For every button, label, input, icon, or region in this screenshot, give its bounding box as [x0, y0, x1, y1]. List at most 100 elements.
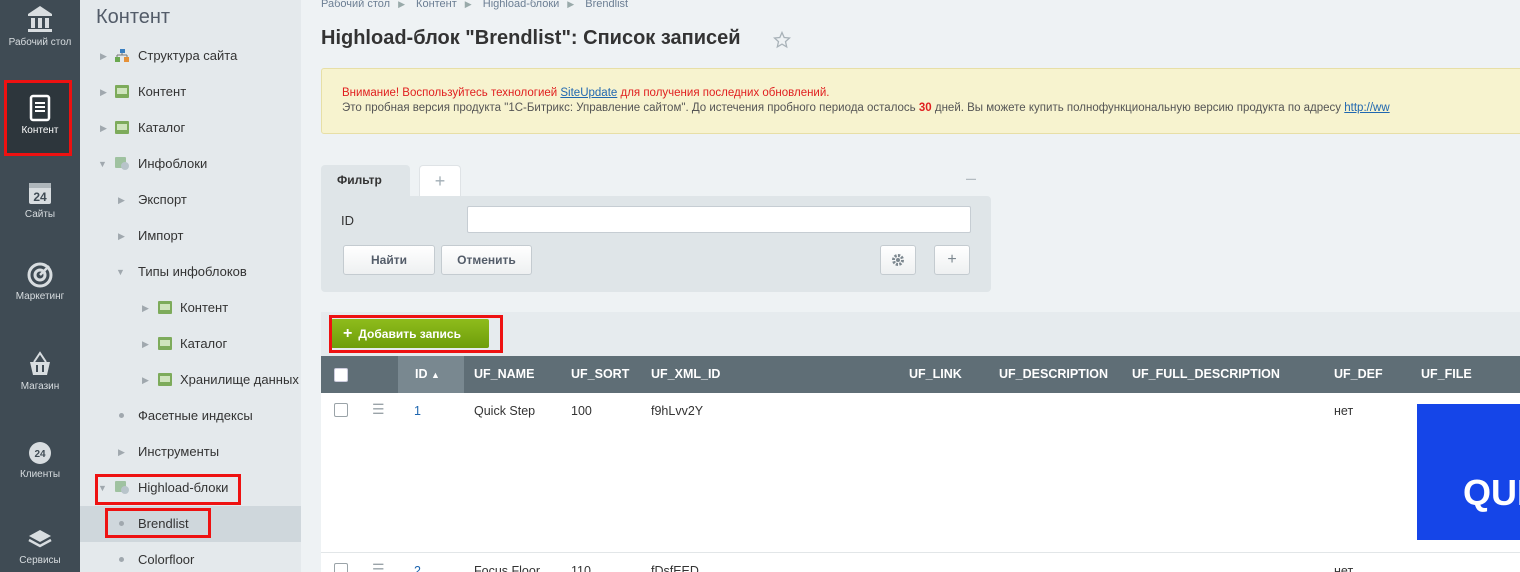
calendar-24-icon: 24 [29, 183, 51, 204]
column-uf-xml-id[interactable]: UF_XML_ID [651, 356, 720, 393]
site-structure-icon [115, 49, 129, 62]
buy-link[interactable]: http://ww [1344, 102, 1389, 114]
table-row[interactable]: ☰ 1 Quick Step 100 f9hLvv2Y нет QUI [321, 393, 1520, 553]
chevron-down-icon: ▼ [98, 159, 107, 169]
chevron-right-icon: ▶ [100, 87, 107, 97]
file-thumbnail[interactable]: QUI [1417, 404, 1520, 540]
tree-item-colorfloor[interactable]: Colorfloor [80, 542, 301, 572]
svg-text:24: 24 [33, 190, 47, 204]
nav-clients-label: Клиенты [19, 469, 61, 480]
chevron-right-icon: ▶ [464, 0, 472, 9]
nav-desktop-label: Рабочий стол [8, 37, 72, 48]
cell-def: нет [1334, 564, 1354, 572]
column-uf-description[interactable]: UF_DESCRIPTION [999, 356, 1108, 393]
tree-item-iblock-types[interactable]: ▼ Типы инфоблоков [80, 254, 301, 290]
tree-item-label: Colorfloor [138, 552, 195, 567]
cell-sort: 110 [571, 564, 591, 572]
cell-name: Focus Floor [474, 564, 540, 572]
tree-item-import[interactable]: ▶ Импорт [80, 218, 301, 254]
find-button[interactable]: Найти [343, 245, 435, 275]
column-uf-def[interactable]: UF_DEF [1334, 356, 1383, 393]
bullet-icon [119, 413, 124, 418]
chevron-right-icon: ▶ [118, 195, 125, 205]
row-checkbox[interactable] [334, 563, 348, 572]
tree-item-site-structure[interactable]: ▶ Структура сайта [80, 38, 301, 74]
tree-item-label: Типы инфоблоков [138, 264, 247, 279]
tree-item-infoblocks[interactable]: ▼ Инфоблоки [80, 146, 301, 182]
page-title: Highload-блок "Brendlist": Список записе… [321, 27, 741, 49]
add-record-highlight [329, 315, 503, 353]
breadcrumb-item[interactable]: Рабочий стол [321, 0, 390, 10]
add-field-button[interactable]: + [934, 245, 970, 275]
row-checkbox[interactable] [334, 403, 348, 417]
nav-sites[interactable]: 24 Сайты [0, 180, 80, 220]
nav-sites-label: Сайты [24, 209, 56, 220]
notice-line-2: Это пробная версия продукта "1С-Битрикс:… [342, 101, 1520, 116]
row-menu-icon[interactable]: ☰ [372, 401, 385, 418]
tree-item-content[interactable]: ▶ Контент [80, 74, 301, 110]
chevron-right-icon: ▶ [398, 0, 405, 9]
cancel-button[interactable]: Отменить [441, 245, 532, 275]
nav-services-label: Сервисы [19, 555, 61, 566]
breadcrumb-item[interactable]: Highload-блоки [483, 0, 560, 10]
cell-xml-id: f9hLvv2Y [651, 404, 704, 418]
cell-name: Quick Step [474, 404, 536, 418]
tree-item-label: Инфоблоки [138, 156, 208, 171]
notice-line-1: Внимание! Воспользуйтесь технологией Sit… [342, 86, 1520, 101]
tree-item-catalog[interactable]: ▶ Каталог [80, 110, 301, 146]
filter-id-label: ID [341, 213, 354, 228]
folder-icon [158, 301, 172, 314]
tree-item-label: Контент [138, 84, 187, 99]
siteupdate-link[interactable]: SiteUpdate [560, 87, 617, 99]
brendlist-highlight [105, 508, 211, 538]
chevron-right-icon: ▶ [142, 375, 149, 385]
tree-item-label: Импорт [138, 228, 184, 243]
nav-content[interactable]: Контент [0, 94, 80, 136]
tree-item-label: Хранилище данных [180, 372, 299, 387]
tree-item-tools[interactable]: ▶ Инструменты [80, 434, 301, 470]
column-id[interactable]: ID ▲ [398, 356, 464, 393]
row-menu-icon[interactable]: ☰ [372, 561, 385, 572]
breadcrumb-item[interactable]: Контент [416, 0, 457, 10]
nav-clients[interactable]: 24 Клиенты [0, 440, 80, 480]
tree-item-type-content[interactable]: ▶ Контент [80, 290, 301, 326]
filter-tab[interactable]: Фильтр [321, 165, 410, 198]
chevron-right-icon: ▶ [142, 339, 149, 349]
filter-panel: ID Найти Отменить + [321, 196, 991, 292]
trial-notice: Внимание! Воспользуйтесь технологией Sit… [321, 68, 1520, 134]
tree-item-label: Каталог [138, 120, 186, 135]
svg-text:24: 24 [34, 449, 46, 460]
settings-button[interactable] [880, 245, 916, 275]
table-row[interactable]: ☰ 2 Focus Floor 110 fDsfEED нет [321, 553, 1520, 572]
column-label: ID [415, 367, 428, 381]
nav-shop[interactable]: Магазин [0, 350, 80, 392]
bullet-icon [119, 557, 124, 562]
chevron-right-icon: ▶ [118, 447, 125, 457]
left-icon-bar: Рабочий стол Контент 24 Сайты Маркетинг … [0, 0, 80, 572]
add-filter-tab-button[interactable]: + [419, 165, 461, 197]
select-all-checkbox[interactable] [334, 368, 348, 382]
cell-id[interactable]: 2 [414, 564, 421, 572]
minimize-icon[interactable]: – [966, 169, 980, 187]
tree-item-label: Каталог [180, 336, 228, 351]
tree-item-export[interactable]: ▶ Экспорт [80, 182, 301, 218]
sort-asc-icon: ▲ [430, 370, 440, 380]
column-uf-link[interactable]: UF_LINK [909, 356, 962, 393]
tree-item-facet-indexes[interactable]: Фасетные индексы [80, 398, 301, 434]
breadcrumb-item[interactable]: Brendlist [585, 0, 628, 10]
folder-icon [158, 373, 172, 386]
column-uf-name[interactable]: UF_NAME [474, 356, 534, 393]
filter-id-input[interactable] [467, 206, 971, 233]
tree-item-type-storage[interactable]: ▶ Хранилище данных [80, 362, 301, 398]
nav-marketing[interactable]: Маркетинг [0, 262, 80, 302]
column-uf-sort[interactable]: UF_SORT [571, 356, 629, 393]
column-uf-file[interactable]: UF_FILE [1421, 356, 1472, 393]
nav-desktop[interactable]: Рабочий стол [0, 4, 80, 48]
column-uf-full-description[interactable]: UF_FULL_DESCRIPTION [1132, 356, 1280, 393]
star-icon[interactable] [773, 31, 791, 49]
cell-def: нет [1334, 404, 1354, 418]
tree-item-type-catalog[interactable]: ▶ Каталог [80, 326, 301, 362]
cell-id[interactable]: 1 [414, 404, 421, 418]
tree-item-label: Экспорт [138, 192, 187, 207]
nav-services[interactable]: Сервисы [0, 528, 80, 566]
